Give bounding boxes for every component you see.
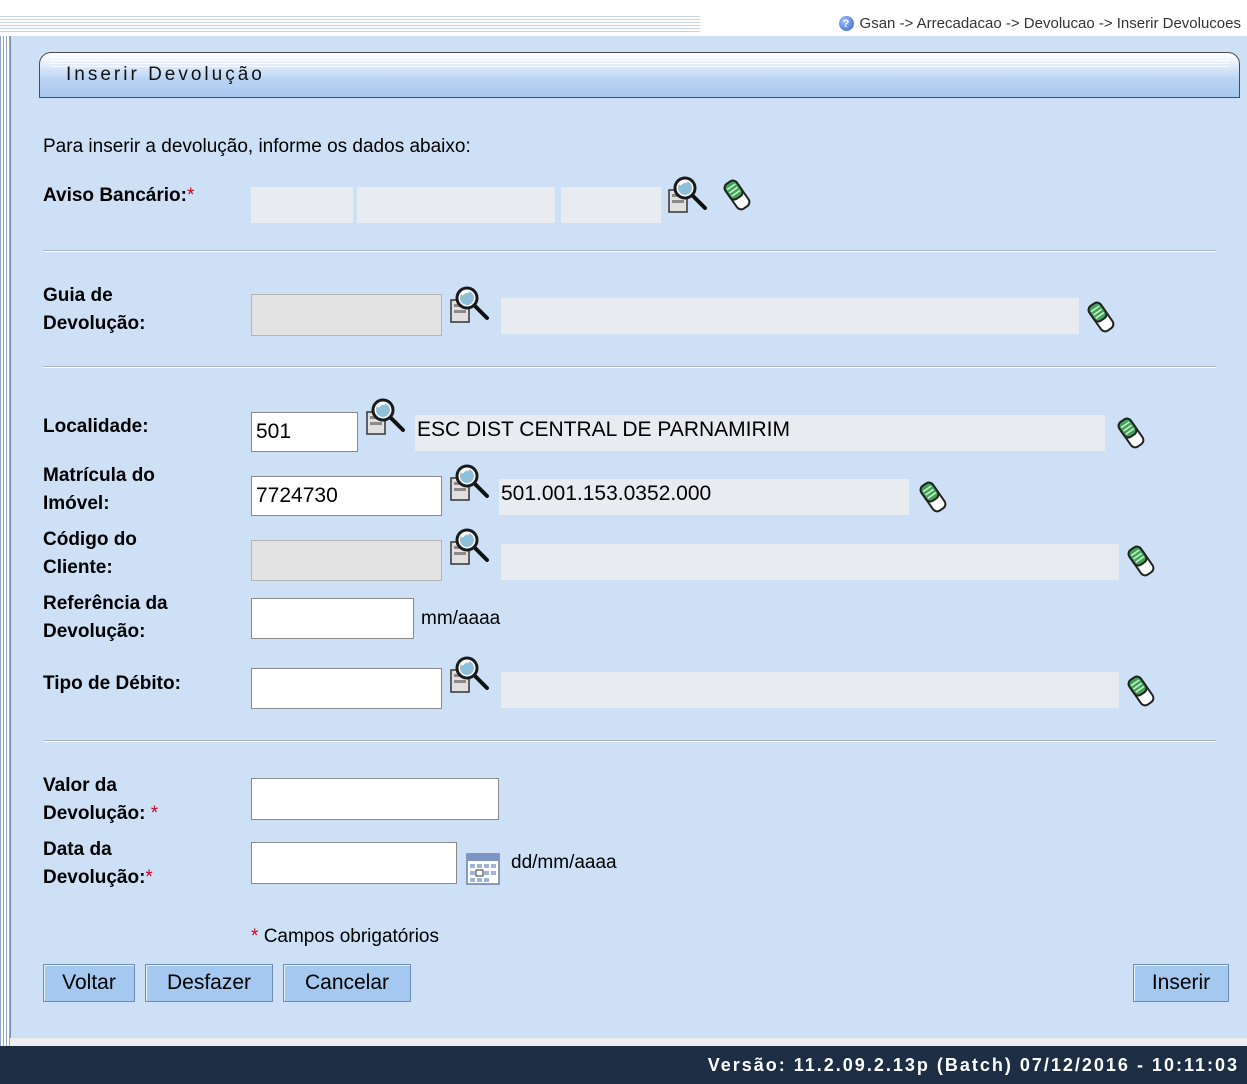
localidade-eraser-icon[interactable] (1115, 414, 1147, 452)
voltar-button[interactable]: Voltar (43, 964, 135, 1002)
tipo-debito-search-icon[interactable] (447, 656, 495, 700)
tipo-debito-input[interactable] (251, 668, 442, 709)
localidade-input[interactable] (251, 412, 358, 452)
footer: Versão: 11.2.09.2.13p (Batch) 07/12/2016… (0, 1046, 1247, 1084)
divider (43, 366, 1216, 368)
cancelar-button[interactable]: Cancelar (283, 964, 411, 1002)
aviso-bancario-field-1 (251, 187, 353, 223)
breadcrumb: ? Gsan -> Arrecadacao -> Devolucao -> In… (838, 15, 1241, 32)
version-text: Versão: 11.2.09.2.13p (Batch) 07/12/2016… (707, 1055, 1239, 1075)
aviso-bancario-field-3 (561, 187, 661, 223)
divider (43, 740, 1216, 742)
matricula-input[interactable] (251, 476, 442, 516)
localidade-description: ESC DIST CENTRAL DE PARNAMIRIM (415, 415, 1105, 451)
page-title: Inserir Devolução (66, 64, 265, 85)
guia-devolucao-description (501, 298, 1079, 334)
guia-devolucao-eraser-icon[interactable] (1085, 298, 1117, 336)
matricula-description: 501.001.153.0352.000 (499, 479, 909, 515)
codigo-cliente-label: Código do Cliente: (43, 529, 137, 578)
tipo-debito-label: Tipo de Débito: (43, 673, 181, 694)
top-bar: ? Gsan -> Arrecadacao -> Devolucao -> In… (0, 0, 1247, 36)
tipo-debito-description (501, 672, 1119, 708)
matricula-search-icon[interactable] (447, 464, 495, 508)
localidade-search-icon[interactable] (363, 398, 411, 442)
breadcrumb-text: Gsan -> Arrecadacao -> Devolucao -> Inse… (859, 15, 1241, 32)
divider (43, 250, 1216, 252)
aviso-bancario-label: Aviso Bancário:* (43, 185, 195, 206)
form-panel: Inserir Devolução Para inserir a devoluç… (10, 36, 1247, 1038)
data-input[interactable] (251, 842, 457, 884)
guia-devolucao-label: Guia de Devolução: (43, 285, 146, 334)
localidade-label: Localidade: (43, 416, 149, 437)
aviso-bancario-field-2 (357, 187, 555, 223)
desfazer-button[interactable]: Desfazer (145, 964, 273, 1002)
left-stripe (0, 36, 10, 1046)
required-fields-note: * Campos obrigatórios (251, 926, 439, 947)
help-icon[interactable]: ? (838, 16, 854, 31)
codigo-cliente-description (501, 544, 1119, 580)
calendar-icon[interactable] (465, 848, 501, 888)
top-bar-decoration (0, 16, 700, 32)
codigo-cliente-eraser-icon[interactable] (1125, 542, 1157, 580)
matricula-label: Matrícula do Imóvel: (43, 465, 155, 514)
guia-devolucao-input (251, 294, 442, 336)
data-label: Data da Devolução:* (43, 839, 153, 888)
intro-text: Para inserir a devolução, informe os dad… (43, 136, 471, 157)
matricula-eraser-icon[interactable] (917, 478, 949, 516)
valor-label: Valor da Devolução: * (43, 775, 159, 824)
guia-devolucao-search-icon[interactable] (447, 286, 495, 330)
valor-input[interactable] (251, 778, 499, 820)
codigo-cliente-search-icon[interactable] (447, 528, 495, 572)
referencia-input[interactable] (251, 598, 414, 639)
aviso-bancario-search-icon[interactable] (665, 176, 713, 220)
aviso-bancario-eraser-icon[interactable] (721, 176, 753, 214)
referencia-label: Referência da Devolução: (43, 593, 168, 642)
tipo-debito-eraser-icon[interactable] (1125, 672, 1157, 710)
codigo-cliente-input (251, 540, 442, 581)
data-format-hint: dd/mm/aaaa (511, 852, 617, 873)
title-bar: Inserir Devolução (39, 52, 1240, 98)
referencia-format-hint: mm/aaaa (421, 608, 501, 629)
inserir-button[interactable]: Inserir (1133, 964, 1229, 1002)
